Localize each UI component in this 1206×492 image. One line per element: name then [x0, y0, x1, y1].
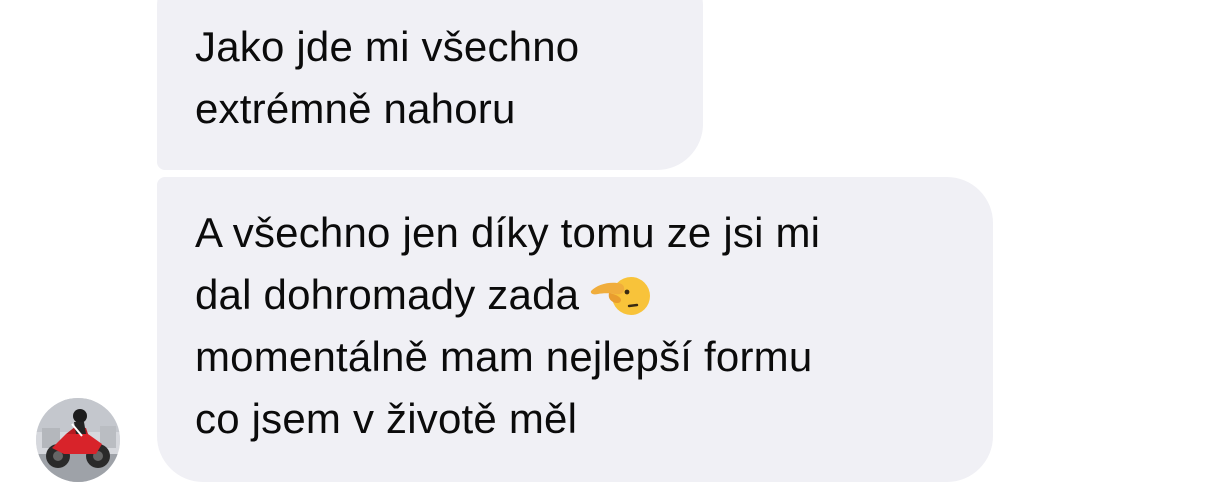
message-2-line-2: dal dohromady zada: [195, 264, 955, 326]
motorcycle-rider-avatar-icon: [36, 398, 120, 482]
chat-thread: Jako jde mi všechno extrémně nahoru A vš…: [0, 0, 1206, 492]
message-2-line-4: co jsem v životě měl: [195, 395, 578, 442]
message-bubble-2[interactable]: A všechno jen díky tomu ze jsi mi dal do…: [157, 177, 993, 482]
message-1-line-1: Jako jde mi všechno: [195, 23, 580, 70]
message-bubble-1[interactable]: Jako jde mi všechno extrémně nahoru: [157, 0, 703, 170]
message-1-line-2: extrémně nahoru: [195, 85, 516, 132]
face-with-hand-pointing-icon: [589, 269, 651, 319]
sender-avatar[interactable]: [36, 398, 120, 482]
message-2-line-2-text: dal dohromady zada: [195, 271, 580, 318]
message-2-line-1: A všechno jen díky tomu ze jsi mi: [195, 209, 821, 256]
message-2-line-3: momentálně mam nejlepší formu: [195, 333, 813, 380]
